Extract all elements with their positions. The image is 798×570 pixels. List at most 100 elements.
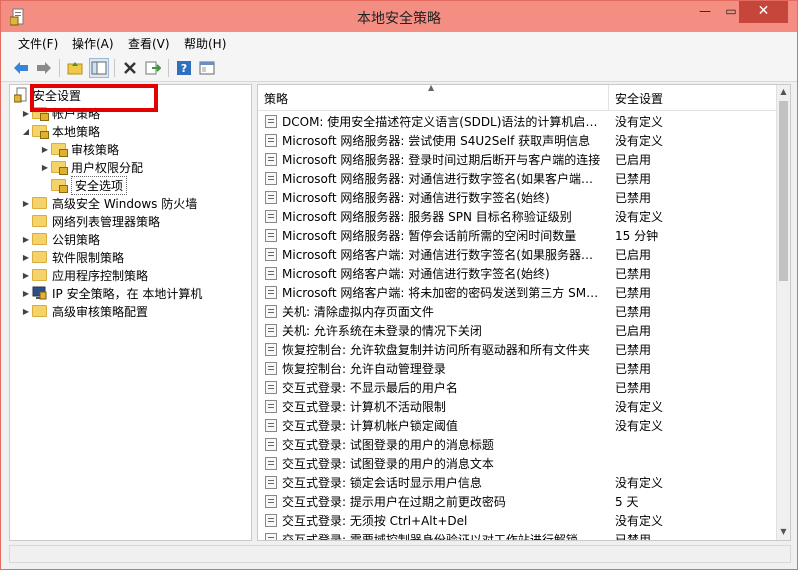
expand-arrow-icon[interactable]: ▶ — [20, 235, 32, 244]
table-row[interactable]: 交互式登录: 试图登录的用户的消息文本 — [258, 454, 778, 473]
back-arrow-icon[interactable] — [11, 58, 31, 78]
tree-label: 本地策略 — [52, 124, 101, 139]
folder-icon — [32, 197, 47, 209]
vertical-scrollbar[interactable]: ▲ ▼ — [776, 85, 790, 540]
table-row[interactable]: 关机: 清除虚拟内存页面文件 已禁用 — [258, 302, 778, 321]
expand-arrow-icon[interactable]: ▶ — [20, 199, 32, 208]
tree-item-software-restriction[interactable]: ▶ 软件限制策略 — [20, 248, 124, 266]
locked-folder-icon — [51, 143, 68, 157]
table-row[interactable]: Microsoft 网络服务器: 服务器 SPN 目标名称验证级别 没有定义 — [258, 207, 778, 226]
policy-icon — [265, 191, 277, 204]
table-row[interactable]: Microsoft 网络服务器: 暂停会话前所需的空闲时间数量 15 分钟 — [258, 226, 778, 245]
folder-icon — [32, 251, 47, 263]
table-row[interactable]: 交互式登录: 计算机帐户锁定阈值 没有定义 — [258, 416, 778, 435]
app-window: 本地安全策略 — ▭ ✕ 文件(F) 操作(A) 查看(V) 帮助(H) ? 安… — [0, 0, 798, 570]
up-folder-icon[interactable] — [65, 58, 85, 78]
tree-pane[interactable]: 安全设置 ▶ 帐户策略 ◢ 本地策略 ▶ 审核策略 ▶ 用户权限分配 安全选项 — [9, 84, 252, 541]
tree-item-network-list[interactable]: 网络列表管理器策略 — [20, 212, 160, 230]
expand-arrow-icon[interactable]: ▶ — [20, 289, 32, 298]
policy-name: Microsoft 网络服务器: 对通信进行数字签名(如果客户端允... — [282, 172, 604, 186]
minimize-button[interactable]: — — [691, 1, 719, 23]
policy-icon — [265, 400, 277, 413]
policy-setting: 已禁用 — [615, 305, 652, 319]
tree-label: 高级审核策略配置 — [52, 304, 149, 319]
menu-action[interactable]: 操作(A) — [72, 35, 114, 52]
policy-icon — [265, 514, 277, 527]
table-row[interactable]: Microsoft 网络客户端: 对通信进行数字签名(如果服务器允... 已启用 — [258, 245, 778, 264]
table-row[interactable]: 交互式登录: 计算机不活动限制 没有定义 — [258, 397, 778, 416]
policy-name: Microsoft 网络服务器: 服务器 SPN 目标名称验证级别 — [282, 210, 572, 224]
forward-arrow-icon[interactable] — [34, 58, 54, 78]
policy-icon — [265, 286, 277, 299]
properties-icon[interactable] — [197, 58, 217, 78]
close-button[interactable]: ✕ — [739, 1, 788, 23]
help-icon[interactable]: ? — [174, 58, 194, 78]
table-row[interactable]: Microsoft 网络服务器: 尝试使用 S4U2Self 获取声明信息 没有定… — [258, 131, 778, 150]
scroll-up-icon[interactable]: ▲ — [777, 85, 790, 99]
table-row[interactable]: 交互式登录: 试图登录的用户的消息标题 — [258, 435, 778, 454]
table-row[interactable]: Microsoft 网络客户端: 将未加密的密码发送到第三方 SMB... 已禁用 — [258, 283, 778, 302]
table-row[interactable]: 恢复控制台: 允许自动管理登录 已禁用 — [258, 359, 778, 378]
menu-view[interactable]: 查看(V) — [128, 35, 170, 52]
list-header: ▲ 策略 安全设置 — [258, 85, 778, 111]
table-row[interactable]: 交互式登录: 需要域控制器身份验证以对工作站进行解锁 已禁用 — [258, 530, 778, 540]
policy-name: Microsoft 网络服务器: 登录时间过期后断开与客户端的连接 — [282, 153, 601, 167]
column-header-setting[interactable]: 安全设置 — [615, 90, 663, 107]
table-row[interactable]: Microsoft 网络服务器: 对通信进行数字签名(如果客户端允... 已禁用 — [258, 169, 778, 188]
folder-icon — [32, 215, 47, 227]
tree-item-audit-policy[interactable]: ▶ 审核策略 — [39, 140, 119, 158]
policy-setting: 已禁用 — [615, 172, 652, 186]
menu-help[interactable]: 帮助(H) — [184, 35, 226, 52]
table-row[interactable]: Microsoft 网络服务器: 登录时间过期后断开与客户端的连接 已启用 — [258, 150, 778, 169]
policy-name: Microsoft 网络客户端: 对通信进行数字签名(始终) — [282, 267, 550, 281]
expand-arrow-icon[interactable]: ▶ — [20, 307, 32, 316]
tree-item-ip-security[interactable]: ▶ IP 安全策略，在 本地计算机 — [20, 284, 202, 302]
policy-name: 交互式登录: 计算机不活动限制 — [282, 400, 446, 414]
tree-item-windows-firewall[interactable]: ▶ 高级安全 Windows 防火墙 — [20, 194, 197, 212]
expand-arrow-icon[interactable]: ▶ — [39, 163, 51, 172]
tree-item-user-rights[interactable]: ▶ 用户权限分配 — [39, 158, 143, 176]
table-row[interactable]: 交互式登录: 无须按 Ctrl+Alt+Del 没有定义 — [258, 511, 778, 530]
policy-setting: 已禁用 — [615, 191, 652, 205]
policy-setting: 5 天 — [615, 495, 639, 509]
policy-name: 交互式登录: 锁定会话时显示用户信息 — [282, 476, 482, 490]
policy-icon — [265, 115, 277, 128]
scroll-thumb[interactable] — [779, 101, 788, 281]
expand-arrow-icon[interactable]: ▶ — [20, 271, 32, 280]
policy-setting: 已启用 — [615, 153, 652, 167]
table-row[interactable]: 交互式登录: 不显示最后的用户名 已禁用 — [258, 378, 778, 397]
menu-file[interactable]: 文件(F) — [18, 35, 58, 52]
expand-arrow-icon[interactable]: ▶ — [39, 145, 51, 154]
table-row[interactable]: 交互式登录: 锁定会话时显示用户信息 没有定义 — [258, 473, 778, 492]
tree-item-security-options[interactable]: 安全选项 — [39, 175, 128, 195]
policy-icon — [265, 343, 277, 356]
table-row[interactable]: Microsoft 网络客户端: 对通信进行数字签名(始终) 已禁用 — [258, 264, 778, 283]
table-row[interactable]: DCOM: 使用安全描述符定义语言(SDDL)语法的计算机启动... 没有定义 — [258, 112, 778, 131]
policy-name: DCOM: 使用安全描述符定义语言(SDDL)语法的计算机启动... — [282, 115, 604, 129]
policy-setting: 已禁用 — [615, 267, 652, 281]
folder-icon — [32, 233, 47, 245]
scroll-down-icon[interactable]: ▼ — [777, 525, 790, 539]
export-list-icon[interactable] — [143, 58, 163, 78]
policy-icon — [265, 134, 277, 147]
column-header-policy[interactable]: 策略 — [264, 90, 288, 107]
delete-icon[interactable] — [120, 58, 140, 78]
collapse-arrow-icon[interactable]: ◢ — [20, 127, 32, 136]
policy-setting: 没有定义 — [615, 134, 664, 148]
show-tree-icon[interactable] — [89, 58, 109, 78]
table-row[interactable]: Microsoft 网络服务器: 对通信进行数字签名(始终) 已禁用 — [258, 188, 778, 207]
tree-item-advanced-audit[interactable]: ▶ 高级审核策略配置 — [20, 302, 148, 320]
expand-arrow-icon[interactable]: ▶ — [20, 253, 32, 262]
policy-name: 交互式登录: 提示用户在过期之前更改密码 — [282, 495, 506, 509]
tree-item-public-key[interactable]: ▶ 公钥策略 — [20, 230, 100, 248]
tree-item-app-control[interactable]: ▶ 应用程序控制策略 — [20, 266, 148, 284]
tree-label: 安全选项 — [71, 175, 128, 195]
tree-item-local-policies[interactable]: ◢ 本地策略 — [20, 122, 100, 140]
table-row[interactable]: 关机: 允许系统在未登录的情况下关闭 已启用 — [258, 321, 778, 340]
table-row[interactable]: 恢复控制台: 允许软盘复制并访问所有驱动器和所有文件夹 已禁用 — [258, 340, 778, 359]
folder-icon — [32, 305, 47, 317]
table-row[interactable]: 交互式登录: 提示用户在过期之前更改密码 5 天 — [258, 492, 778, 511]
title-bar[interactable]: 本地安全策略 — ▭ ✕ — [1, 1, 797, 32]
policy-list-pane[interactable]: ▲ 策略 安全设置 DCOM: 使用安全描述符定义语言(SDDL)语法的计算机启… — [257, 84, 791, 541]
tree-label: 网络列表管理器策略 — [52, 214, 161, 229]
